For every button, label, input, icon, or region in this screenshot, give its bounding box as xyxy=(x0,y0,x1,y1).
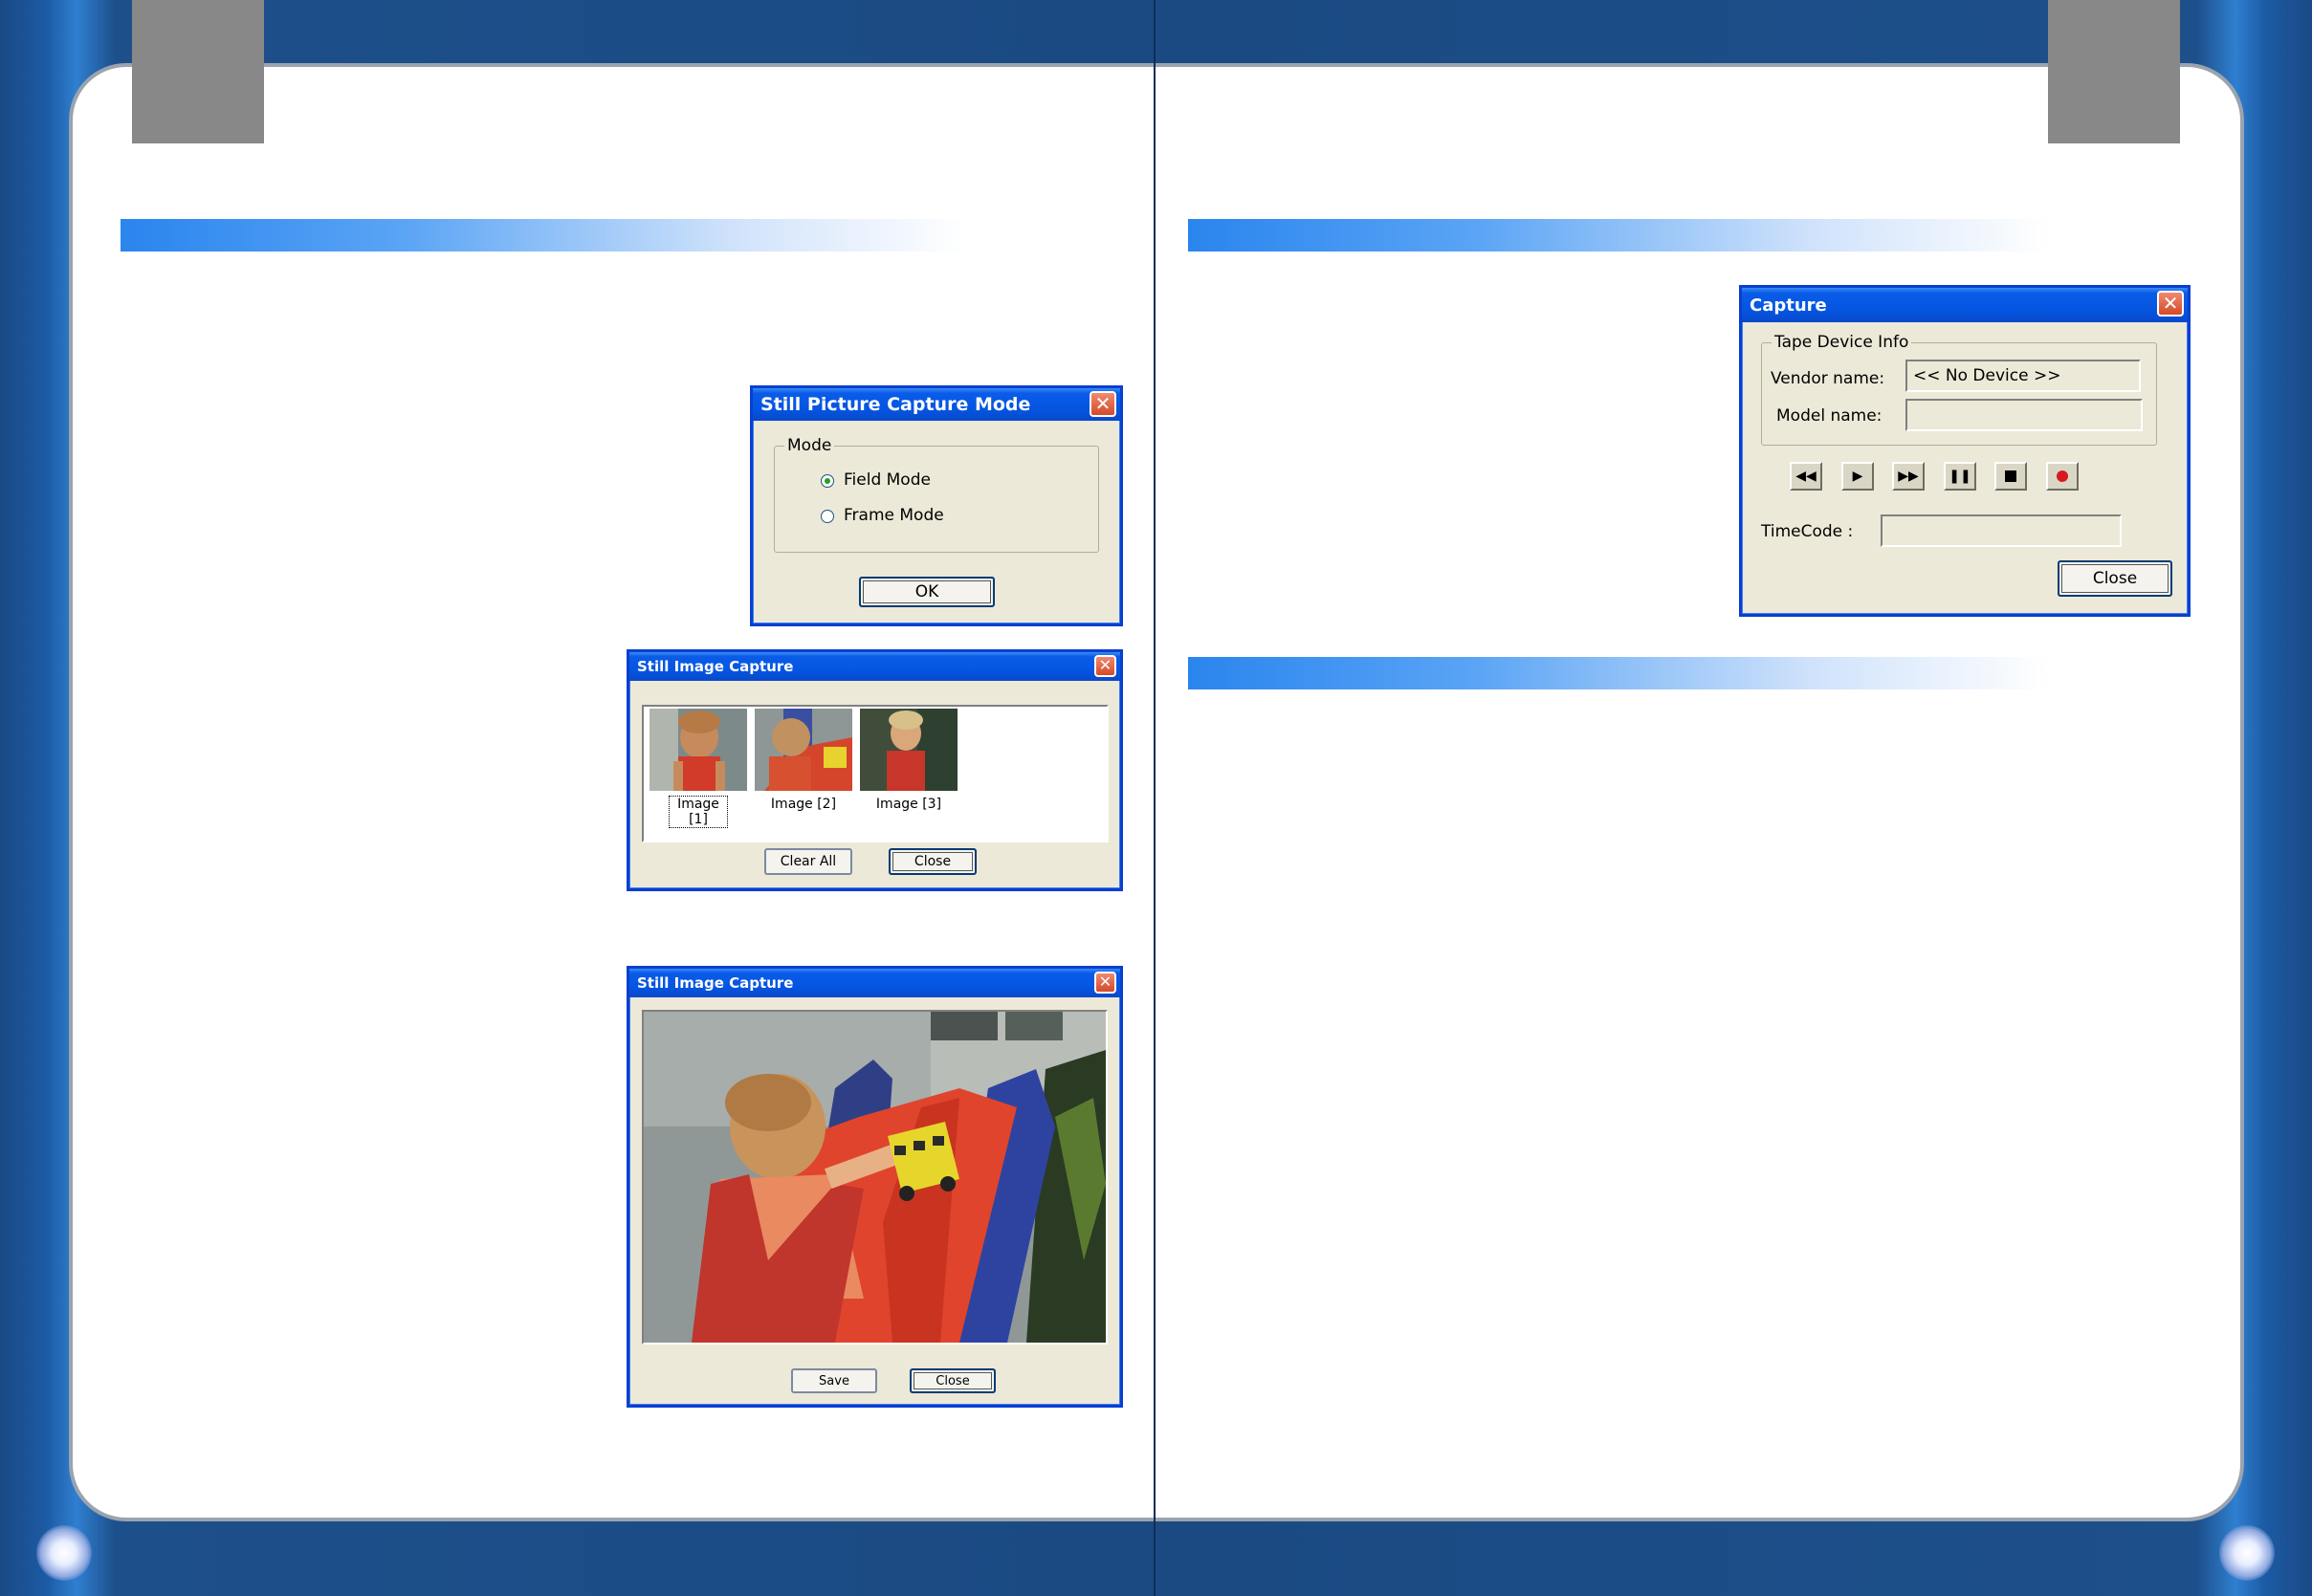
mode-group: Mode Field Mode Frame Mode xyxy=(774,436,1099,553)
left-corner-orb xyxy=(36,1525,92,1581)
captured-image xyxy=(642,1010,1108,1345)
save-button[interactable]: Save xyxy=(791,1368,877,1393)
play-icon[interactable]: ▶ xyxy=(1841,462,1874,491)
right-section-bar-top xyxy=(1188,219,2145,251)
clear-all-button[interactable]: Clear All xyxy=(764,848,852,875)
capture-dialog: Capture ✕ Tape Device Info Vendor name: … xyxy=(1739,285,2191,617)
close-button[interactable]: Close xyxy=(2058,560,2172,597)
still-image-capture-view-dialog: Still Image Capture ✕ Save Close xyxy=(627,966,1123,1408)
dialog-title: Still Image Capture xyxy=(637,974,794,992)
dialog-title: Capture xyxy=(1750,295,1827,316)
mode-group-label: Mode xyxy=(784,436,835,455)
right-page xyxy=(1156,63,2244,1521)
thumbnail-label-3: Image [3] xyxy=(875,797,942,812)
timecode-field[interactable] xyxy=(1881,514,2122,547)
dialog-title: Still Image Capture xyxy=(637,658,794,675)
close-icon[interactable]: ✕ xyxy=(1094,655,1116,677)
right-page-tab xyxy=(2048,0,2180,143)
close-button[interactable]: Close xyxy=(889,848,977,875)
close-icon[interactable]: ✕ xyxy=(1090,391,1116,417)
thumbnail-label-2: Image [2] xyxy=(770,797,837,812)
thumbnail-image-3[interactable] xyxy=(860,709,958,791)
stop-icon[interactable] xyxy=(1994,462,2027,491)
fast-forward-icon[interactable]: ▶▶ xyxy=(1892,462,1925,491)
title-bar: Capture ✕ xyxy=(1742,288,2188,322)
model-name-label: Model name: xyxy=(1776,406,1883,426)
frame-mode-label: Frame Mode xyxy=(844,506,944,525)
close-button[interactable]: Close xyxy=(910,1368,996,1393)
still-picture-capture-mode-dialog: Still Picture Capture Mode ✕ Mode Field … xyxy=(750,385,1123,626)
thumbnail-label-1: Image [1] xyxy=(669,796,728,828)
title-bar: Still Picture Capture Mode ✕ xyxy=(753,388,1120,421)
model-name-field[interactable] xyxy=(1905,399,2143,431)
page-divider xyxy=(1154,0,1156,1596)
thumbnail-area: Image [1] Image [2] Image [3] xyxy=(642,705,1109,842)
ok-button[interactable]: OK xyxy=(859,577,995,607)
right-section-bar-bottom xyxy=(1188,657,2145,689)
field-mode-radio[interactable] xyxy=(821,474,834,488)
close-icon[interactable]: ✕ xyxy=(2157,291,2184,317)
left-page-tab xyxy=(132,0,264,143)
timecode-label: TimeCode : xyxy=(1761,522,1854,541)
still-image-capture-thumbnails-dialog: Still Image Capture ✕ Image [1] Image [2… xyxy=(627,649,1123,891)
tape-device-info-group: Tape Device Info Vendor name: << No Devi… xyxy=(1761,333,2157,446)
frame-mode-radio[interactable] xyxy=(821,510,834,523)
record-icon[interactable] xyxy=(2046,462,2079,491)
close-icon[interactable]: ✕ xyxy=(1094,972,1116,994)
vendor-name-label: Vendor name: xyxy=(1771,369,1885,388)
title-bar: Still Image Capture ✕ xyxy=(629,969,1120,997)
field-mode-label: Field Mode xyxy=(844,470,931,490)
thumbnail-image-1[interactable] xyxy=(650,709,747,791)
right-corner-orb xyxy=(2219,1525,2275,1581)
rewind-icon[interactable]: ◀◀ xyxy=(1790,462,1822,491)
pause-icon[interactable]: ❚❚ xyxy=(1944,462,1976,491)
tape-device-info-label: Tape Device Info xyxy=(1772,333,1912,352)
title-bar: Still Image Capture ✕ xyxy=(629,652,1120,681)
thumbnail-image-2[interactable] xyxy=(755,709,852,791)
dialog-title: Still Picture Capture Mode xyxy=(760,394,1031,415)
left-section-bar xyxy=(121,219,1058,251)
vendor-name-field[interactable]: << No Device >> xyxy=(1905,360,2141,392)
